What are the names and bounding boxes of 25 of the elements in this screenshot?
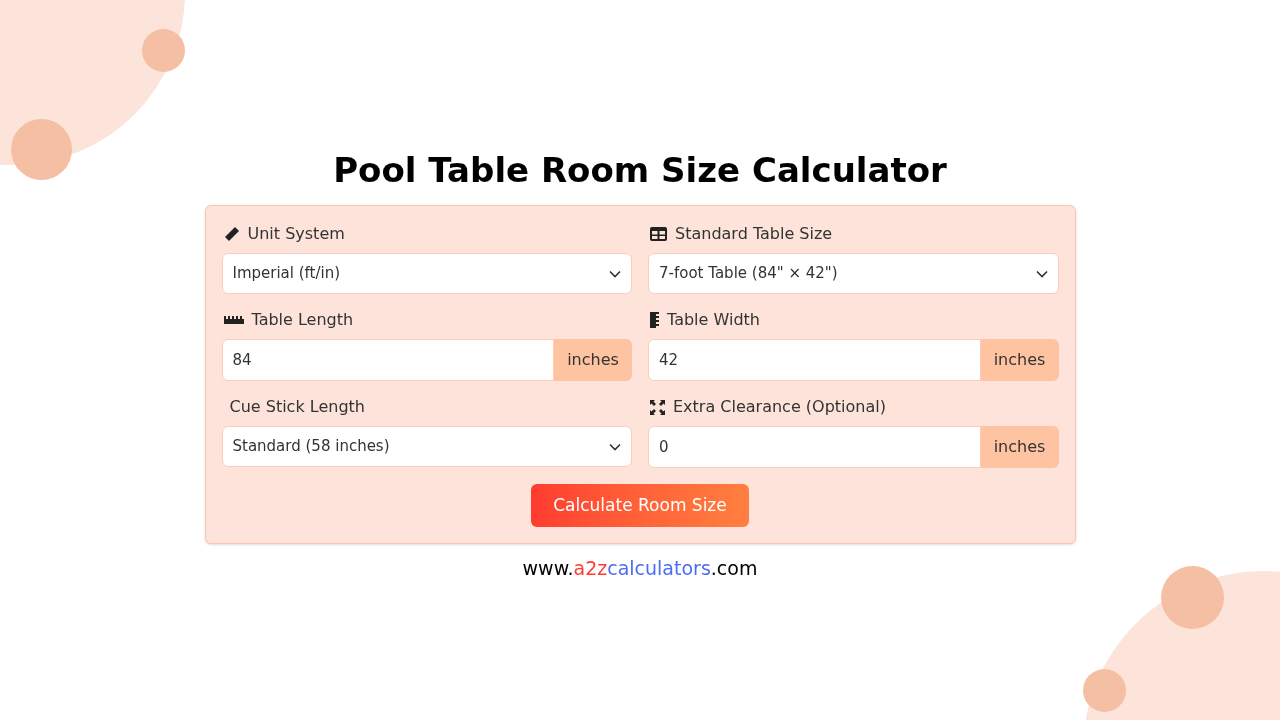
chevron-down-icon xyxy=(609,269,621,278)
unit-label: inches xyxy=(554,339,632,381)
field-label: Standard Table Size xyxy=(675,223,833,245)
field-label: Cue Stick Length xyxy=(229,396,365,418)
field-label: Unit System xyxy=(247,223,345,245)
number-input[interactable]: 42 xyxy=(648,339,981,381)
unit-label: inches xyxy=(980,426,1059,468)
ruler-icon xyxy=(223,226,240,242)
chevron-down-icon xyxy=(1035,269,1048,278)
dropdown[interactable]: Imperial (ft/in) xyxy=(221,253,632,294)
ruler-icon xyxy=(223,316,244,324)
dropdown[interactable]: Standard (58 inches) xyxy=(221,426,632,467)
number-input[interactable]: 84 xyxy=(221,339,554,381)
page-title: Pool Table Room Size Calculator xyxy=(333,149,947,192)
field-label: Extra Clearance (Optional) xyxy=(673,396,886,418)
number-input[interactable]: 0 xyxy=(648,426,981,468)
chevron-down-icon xyxy=(609,442,621,451)
ruler-icon xyxy=(650,312,659,328)
expand-icon xyxy=(650,399,665,415)
field-label: Table Width xyxy=(667,309,760,331)
unit-label: inches xyxy=(980,339,1059,381)
website-url: www.a2zcalculators.com xyxy=(522,556,758,581)
table-icon xyxy=(650,227,667,241)
field-label: Table Length xyxy=(251,309,354,331)
dropdown[interactable]: 7-foot Table (84" × 42") xyxy=(648,253,1059,294)
